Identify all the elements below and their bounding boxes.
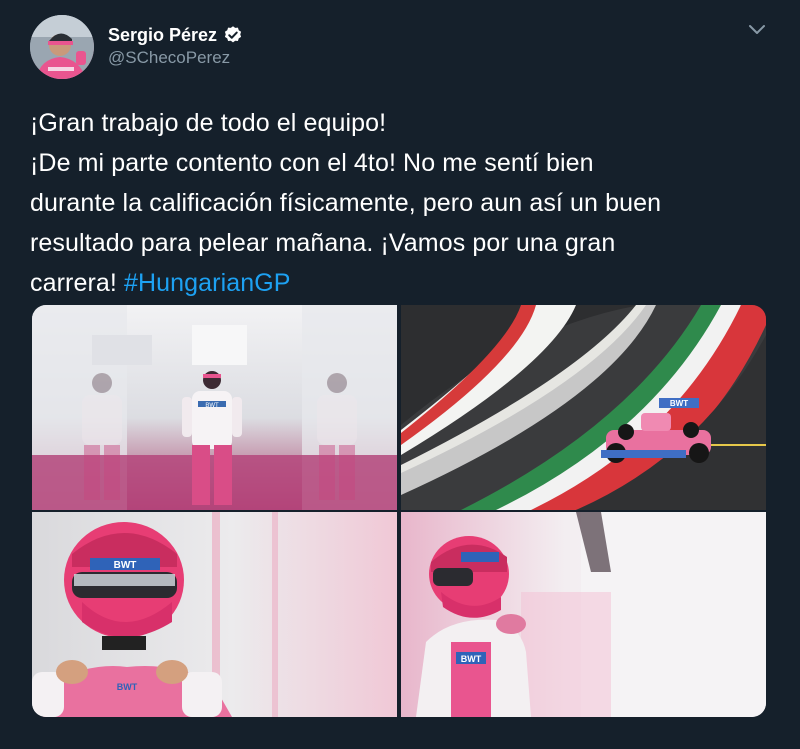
tweet-header: Sergio Pérez @SChecoPerez	[30, 15, 243, 79]
user-handle[interactable]: @SChecoPerez	[108, 46, 243, 70]
tweet-card: Sergio Pérez @SChecoPerez ¡Gran trabajo …	[0, 0, 800, 749]
verified-badge-icon	[224, 26, 242, 43]
tweet-text: ¡Gran trabajo de todo el equipo! ¡De mi …	[30, 103, 775, 303]
photo-driver-profile[interactable]: BWT	[401, 512, 766, 717]
hashtag-link[interactable]: #HungarianGP	[124, 269, 291, 297]
tweet-line-5-text: carrera!	[30, 269, 117, 297]
avatar[interactable]	[30, 15, 94, 79]
tweet-line-2: ¡De mi parte contento con el 4to! No me …	[30, 149, 594, 177]
tweet-line-3: durante la calificación físicamente, per…	[30, 189, 662, 217]
photo-car-on-track[interactable]: BWT	[401, 305, 766, 510]
display-name[interactable]: Sergio Pérez	[108, 24, 217, 46]
photo4-suit-text: BWT	[461, 654, 482, 664]
photo2-car-text: BWT	[670, 399, 688, 408]
media-grid: BWT BWT BWT BWT BWT	[32, 305, 766, 717]
photo-driver-helmet[interactable]: BWT BWT	[32, 512, 397, 717]
tweet-line-1: ¡Gran trabajo de todo el equipo!	[30, 109, 387, 137]
user-names: Sergio Pérez @SChecoPerez	[108, 24, 243, 70]
chevron-down-icon[interactable]	[748, 24, 766, 36]
photo-driver-walking[interactable]: BWT	[32, 305, 397, 510]
photo3-suit-text: BWT	[117, 682, 138, 692]
display-name-row[interactable]: Sergio Pérez	[108, 24, 243, 46]
photo1-sponsor: BWT	[205, 403, 219, 409]
photo3-helmet-text: BWT	[114, 560, 137, 571]
tweet-line-5: carrera! #HungarianGP	[30, 263, 775, 303]
tweet-line-4: resultado para pelear mañana. ¡Vamos por…	[30, 229, 616, 257]
